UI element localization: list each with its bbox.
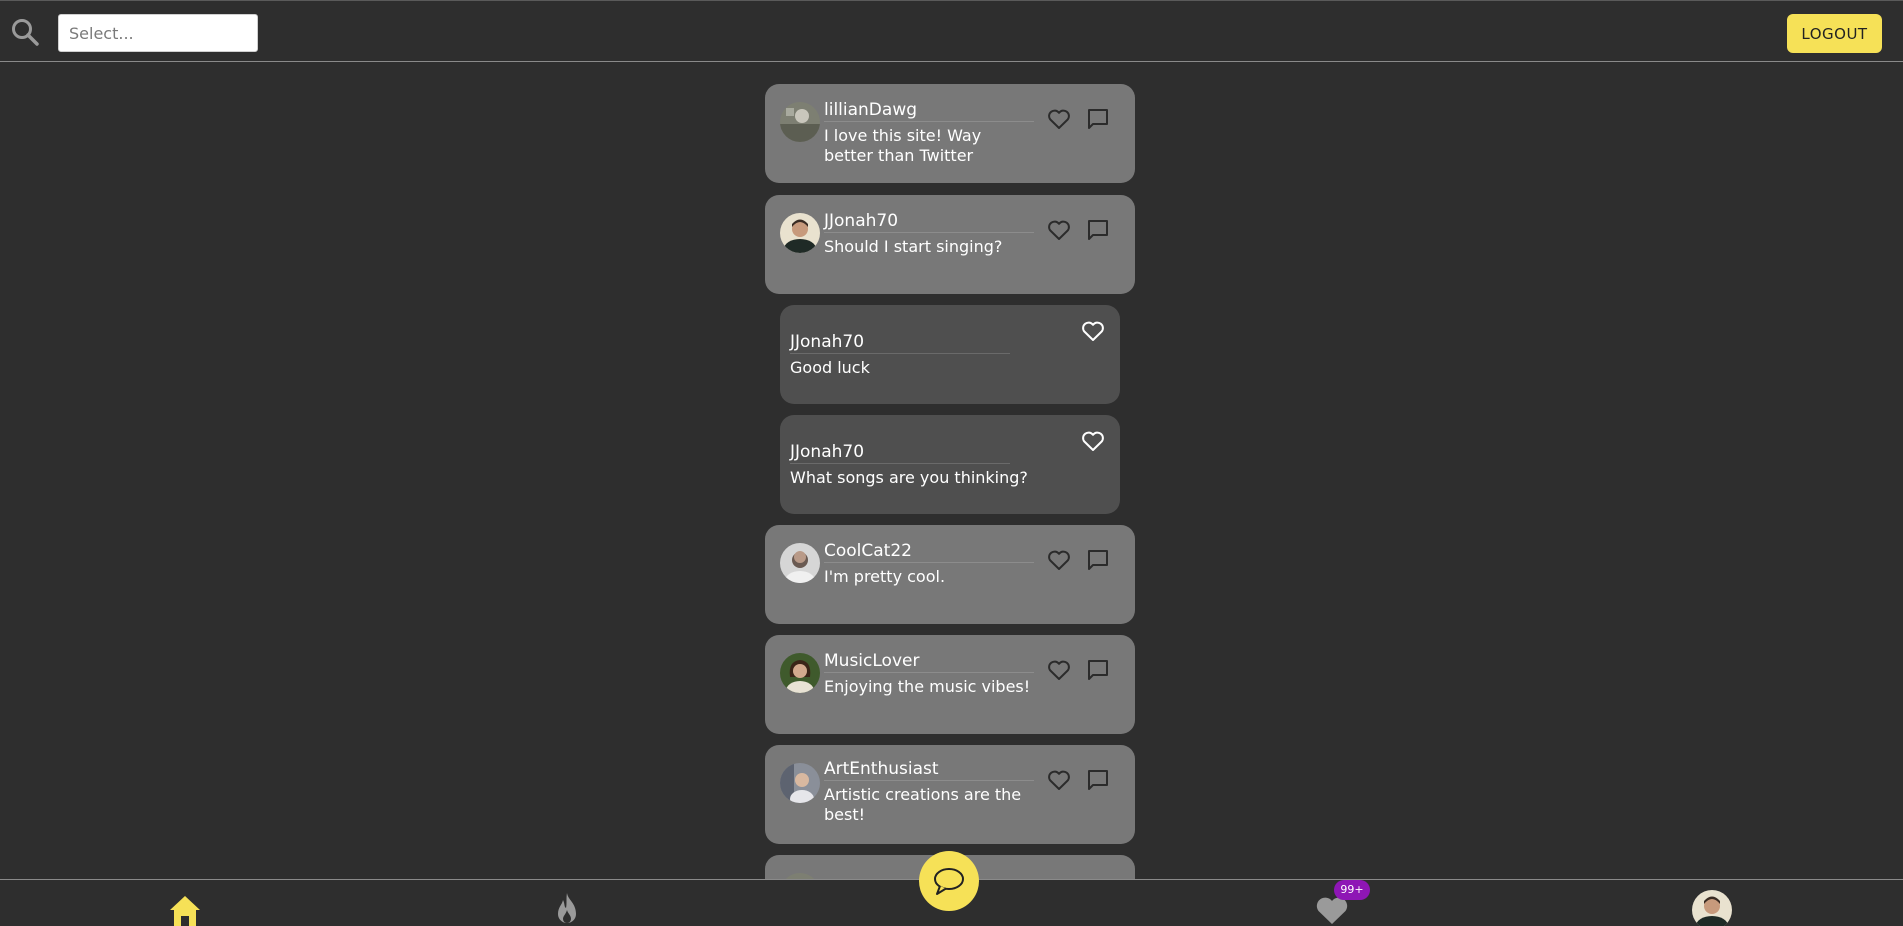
reply-card[interactable]: JJonah70 Good luck <box>780 305 1120 404</box>
avatar[interactable] <box>780 543 820 583</box>
likes-badge: 99+ <box>1334 880 1370 900</box>
post-card[interactable]: CoolCat22 I'm pretty cool. <box>765 525 1135 624</box>
post-text: Artistic creations are the best! <box>824 785 1022 824</box>
heart-icon[interactable] <box>1081 320 1105 342</box>
comment-icon[interactable] <box>1086 107 1110 131</box>
reply-username[interactable]: JJonah70 <box>790 442 1010 464</box>
heart-icon[interactable] <box>1047 769 1071 791</box>
heart-icon[interactable] <box>1047 549 1071 571</box>
heart-icon[interactable] <box>1081 430 1105 452</box>
post-card[interactable]: lillianDawg I love this site! Way better… <box>765 84 1135 183</box>
post-text: Enjoying the music vibes! <box>824 677 1031 696</box>
post-text: I love this site! Way better than Twitte… <box>824 126 982 165</box>
feed[interactable]: lillianDawg I love this site! Way better… <box>0 62 1903 879</box>
reply-card[interactable]: JJonah70 What songs are you thinking? <box>780 415 1120 514</box>
post-card[interactable]: MusicLover Enjoying the music vibes! <box>765 635 1135 734</box>
heart-icon[interactable] <box>1047 659 1071 681</box>
post-username[interactable]: lillianDawg <box>824 100 1034 122</box>
comment-icon[interactable] <box>1086 658 1110 682</box>
home-icon[interactable] <box>168 894 202 926</box>
search-input[interactable] <box>58 14 258 52</box>
post-username[interactable]: CoolCat22 <box>824 541 1034 563</box>
post-username[interactable]: MusicLover <box>824 651 1034 673</box>
post-text: I'm pretty cool. <box>824 567 946 586</box>
profile-avatar[interactable] <box>1692 890 1732 926</box>
search-icon[interactable] <box>10 17 40 47</box>
comment-icon[interactable] <box>1086 768 1110 792</box>
post-username[interactable]: JJonah70 <box>824 211 1034 233</box>
post-card[interactable]: JJonah70 Should I start singing? <box>765 195 1135 294</box>
avatar[interactable] <box>780 213 820 253</box>
avatar[interactable] <box>780 763 820 803</box>
avatar[interactable] <box>780 653 820 693</box>
post-card[interactable]: ArtEnthusiast Artistic creations are the… <box>765 745 1135 844</box>
logout-button[interactable]: LOGOUT <box>1787 14 1882 53</box>
post-username[interactable]: ArtEnthusiast <box>824 759 1034 781</box>
reply-text: What songs are you thinking? <box>790 468 1028 487</box>
post-text: Should I start singing? <box>824 237 1003 256</box>
reply-username[interactable]: JJonah70 <box>790 332 1010 354</box>
reply-text: Good luck <box>790 358 870 377</box>
comment-icon[interactable] <box>1086 218 1110 242</box>
heart-icon[interactable] <box>1047 108 1071 130</box>
chat-icon <box>934 868 964 895</box>
comment-icon[interactable] <box>1086 548 1110 572</box>
avatar[interactable] <box>780 102 820 142</box>
top-bar: LOGOUT <box>0 0 1903 62</box>
flame-icon[interactable] <box>552 891 582 926</box>
heart-icon[interactable] <box>1047 219 1071 241</box>
new-post-button[interactable] <box>919 851 979 911</box>
